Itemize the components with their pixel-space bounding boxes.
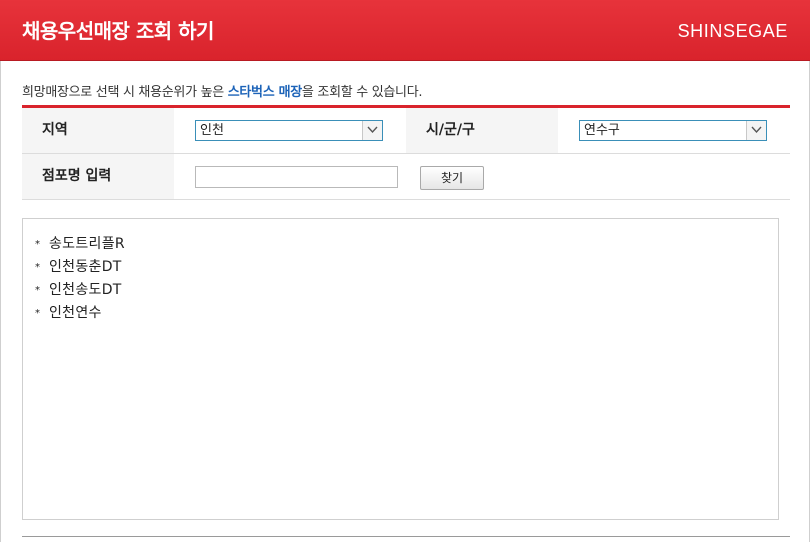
notice-after: 을 조회할 수 있습니다. [301, 85, 423, 100]
store-name: 인천동춘DT [49, 259, 122, 275]
brand-logo: SHINSEGAE [677, 21, 788, 41]
asterisk-icon: * [35, 308, 41, 319]
left-border [0, 61, 1, 542]
header-bar: 채용우선매장 조회 하기 SHINSEGAE [0, 0, 810, 61]
district-select-value: 연수구 [584, 123, 620, 138]
asterisk-icon: * [35, 285, 41, 296]
page-title: 채용우선매장 조회 하기 [22, 19, 214, 43]
asterisk-icon: * [35, 262, 41, 273]
find-button[interactable]: 찾기 [420, 166, 484, 190]
chevron-down-icon[interactable] [746, 121, 766, 140]
region-label: 지역 [22, 108, 174, 153]
asterisk-icon: * [35, 239, 41, 250]
store-name: 송도트리플R [49, 236, 125, 252]
store-name-label: 점포명 입력 [22, 154, 174, 199]
notice-before: 희망매장으로 선택 시 채용순위가 높은 [22, 85, 228, 100]
list-item[interactable]: * 인천연수 [35, 302, 778, 325]
notice-highlight: 스타벅스 매장 [227, 85, 302, 100]
list-item[interactable]: * 인천송도DT [35, 279, 778, 302]
store-name-input[interactable] [195, 166, 398, 188]
chevron-down-icon[interactable] [362, 121, 382, 140]
district-select[interactable]: 연수구 [579, 120, 767, 141]
form-row-store-search: 점포명 입력 찾기 [22, 154, 790, 200]
notice-text: 희망매장으로 선택 시 채용순위가 높은 스타벅스 매장을 조회할 수 있습니다… [22, 81, 423, 100]
list-item[interactable]: * 송도트리플R [35, 233, 778, 256]
district-label: 시/군/구 [406, 108, 558, 153]
bottom-divider [22, 536, 790, 537]
form-row-location: 지역 인천 시/군/구 연수구 [22, 108, 790, 154]
store-name: 인천연수 [49, 305, 102, 321]
region-select[interactable]: 인천 [195, 120, 383, 141]
store-name: 인천송도DT [49, 282, 122, 298]
store-results-list: * 송도트리플R * 인천동춘DT * 인천송도DT * 인천연수 [22, 218, 779, 520]
list-item[interactable]: * 인천동춘DT [35, 256, 778, 279]
region-select-value: 인천 [200, 123, 224, 138]
